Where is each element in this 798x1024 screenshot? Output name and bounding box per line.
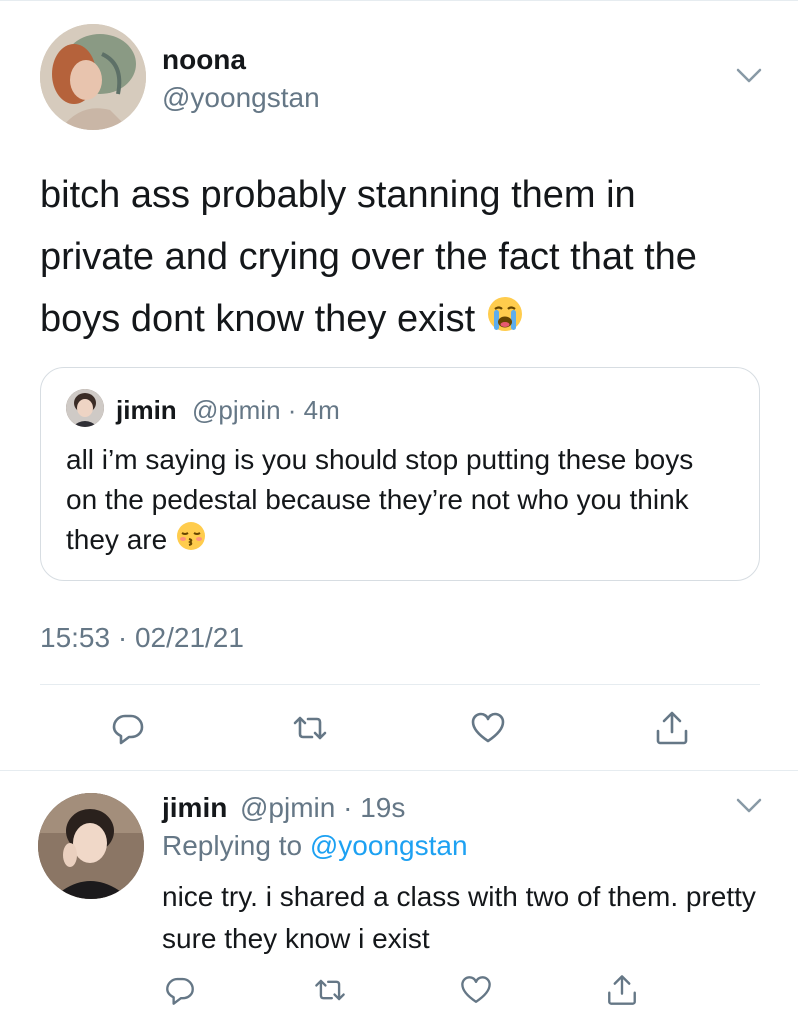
share-icon[interactable] — [602, 970, 642, 1010]
like-icon[interactable] — [466, 706, 510, 750]
quoted-avatar — [66, 389, 104, 427]
replying-prefix: Replying to — [162, 830, 303, 861]
chevron-down-icon[interactable] — [736, 798, 762, 814]
loudly-crying-face-icon — [486, 290, 524, 352]
avatar[interactable] — [40, 24, 146, 130]
reply-author-meta[interactable]: @pjmin · 19s — [240, 792, 405, 824]
tweet-timestamp[interactable]: 15:53 · 02/21/21 — [40, 622, 244, 654]
reply-avatar[interactable] — [38, 793, 144, 899]
reply-icon[interactable] — [160, 970, 200, 1010]
tweet-text: bitch ass probably stanning them in priv… — [40, 164, 760, 352]
chevron-down-icon[interactable] — [736, 68, 762, 84]
reply-icon[interactable] — [106, 706, 150, 750]
tweet-body: bitch ass probably stanning them in priv… — [40, 174, 697, 340]
retweet-icon[interactable] — [310, 970, 350, 1010]
kissing-face-icon — [175, 520, 207, 563]
quoted-tweet-text: all i’m saying is you should stop puttin… — [66, 440, 726, 563]
replying-to-mention[interactable]: @yoongstan — [310, 830, 468, 861]
divider — [40, 684, 760, 685]
quoted-author-name: jimin — [116, 395, 177, 425]
replying-to-line: Replying to @yoongstan — [162, 830, 468, 862]
top-divider — [0, 0, 798, 1]
share-icon[interactable] — [650, 706, 694, 750]
author-name[interactable]: noona — [162, 44, 246, 76]
author-handle[interactable]: @yoongstan — [162, 82, 320, 114]
reply-text: nice try. i shared a class with two of t… — [162, 881, 756, 954]
divider — [0, 770, 798, 771]
retweet-icon[interactable] — [288, 706, 332, 750]
quoted-tweet-body: all i’m saying is you should stop puttin… — [66, 444, 694, 555]
quoted-author-meta: @pjmin · 4m — [192, 395, 340, 425]
reply-author-name[interactable]: jimin — [162, 792, 227, 824]
like-icon[interactable] — [456, 970, 496, 1010]
